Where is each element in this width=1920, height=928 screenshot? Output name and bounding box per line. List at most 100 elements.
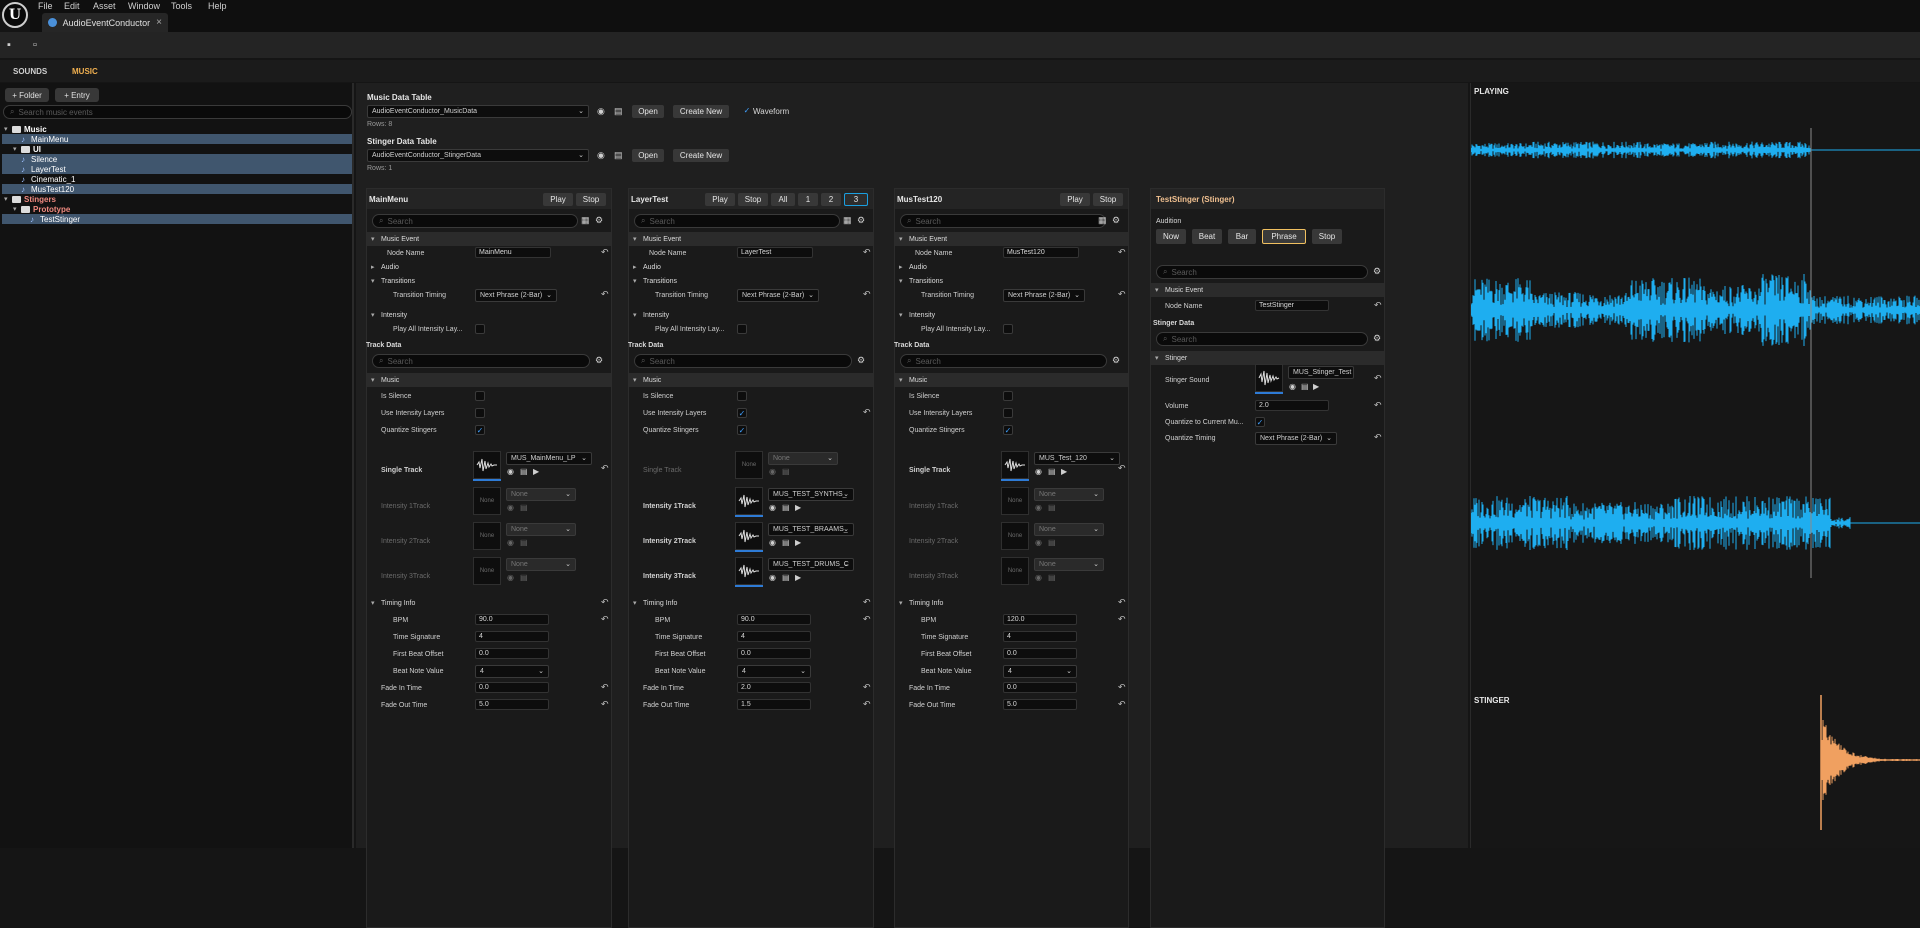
track-thumbnail[interactable] [735, 487, 763, 515]
settings-icon[interactable]: ⚙ [1373, 266, 1381, 276]
audio-section[interactable]: Audio [629, 260, 873, 274]
reset-icon[interactable]: ↶ [601, 682, 609, 693]
tree-item-layertest[interactable]: ♪ LayerTest [2, 164, 352, 174]
is-silence-checkbox[interactable] [1003, 391, 1013, 401]
quantize-timing-select[interactable]: Next Phrase (2-Bar) ⌄ [1255, 432, 1337, 445]
tree-item-mustest120[interactable]: ♪ MusTest120 [2, 184, 352, 194]
transition-timing-select[interactable]: Next Phrase (2-Bar) ⌄ [1003, 289, 1085, 302]
reset-icon[interactable]: ↶ [1118, 699, 1126, 710]
reset-icon[interactable]: ↶ [1374, 400, 1382, 411]
column-stop-button[interactable]: Stop [738, 193, 768, 206]
column-search-input[interactable]: ⌕ Search [900, 214, 1106, 228]
column-play-button[interactable]: Play [705, 193, 735, 206]
fade-out-field[interactable]: 5.0 [475, 699, 549, 710]
stinger-sound-select[interactable]: MUS_Stinger_Test [1288, 366, 1354, 379]
music-event-section[interactable]: Music Event [895, 232, 1128, 246]
play-all-checkbox[interactable] [737, 324, 747, 334]
browse-to-icon[interactable]: ◉ [1035, 538, 1042, 547]
settings-icon[interactable]: ⚙ [595, 355, 603, 365]
first-beat-field[interactable]: 0.0 [1003, 648, 1077, 659]
time-sig-field[interactable]: 4 [475, 631, 549, 642]
track-thumbnail[interactable] [735, 522, 763, 550]
grid-view-icon[interactable]: ▦ [1098, 215, 1107, 225]
node-name-field[interactable]: MusTest120 [1003, 247, 1079, 258]
first-beat-field[interactable]: 0.0 [737, 648, 811, 659]
save-icon[interactable]: ▪ [7, 39, 19, 51]
folder-icon[interactable]: ▤ [520, 538, 528, 547]
column-2-button[interactable]: 2 [821, 193, 841, 206]
expand-arrow-icon[interactable]: ▾ [13, 145, 21, 153]
tree-item-silence[interactable]: ♪ Silence [2, 154, 352, 164]
music-section[interactable]: Music [895, 373, 1128, 387]
is-silence-checkbox[interactable] [475, 391, 485, 401]
reset-icon[interactable]: ↶ [1118, 597, 1126, 608]
column-3-button[interactable]: 3 [844, 193, 868, 206]
play-icon[interactable]: ▶ [1313, 382, 1319, 391]
track-thumbnail[interactable]: None [735, 451, 763, 479]
reset-icon[interactable]: ↶ [601, 247, 609, 258]
audition-beat-button[interactable]: Beat [1192, 229, 1222, 244]
tree-item-teststinger[interactable]: ♪ TestStinger [2, 214, 352, 224]
reset-icon[interactable]: ↶ [863, 597, 871, 608]
folder-icon[interactable]: ▤ [614, 150, 623, 160]
track-select[interactable]: MUS_Test_120 ⌄ [1034, 452, 1120, 465]
column-search-input[interactable]: ⌕ Search [634, 214, 840, 228]
reset-icon[interactable]: ↶ [1118, 247, 1126, 258]
node-name-field[interactable]: MainMenu [475, 247, 551, 258]
audition-now-button[interactable]: Now [1156, 229, 1186, 244]
volume-field[interactable]: 2.0 [1255, 400, 1329, 411]
quantize-checkbox[interactable]: ✓ [1003, 425, 1013, 435]
column-play-button[interactable]: Play [543, 193, 573, 206]
music-event-section[interactable]: Music Event [629, 232, 873, 246]
browse-to-icon[interactable]: ◉ [1035, 573, 1042, 582]
reset-icon[interactable]: ↶ [863, 289, 871, 300]
settings-icon[interactable]: ⚙ [857, 355, 865, 365]
reset-icon[interactable]: ↶ [601, 463, 609, 474]
track-thumbnail[interactable] [473, 451, 501, 479]
track-select[interactable]: None ⌄ [1034, 488, 1104, 501]
transitions-section[interactable]: Transitions [629, 274, 873, 288]
folder-icon[interactable]: ▤ [1048, 573, 1056, 582]
is-silence-checkbox[interactable] [737, 391, 747, 401]
reset-icon[interactable]: ↶ [601, 614, 609, 625]
open-music-table-button[interactable]: Open [632, 105, 664, 118]
audition-bar-button[interactable]: Bar [1228, 229, 1256, 244]
column-play-button[interactable]: Play [1060, 193, 1090, 206]
reset-icon[interactable]: ↶ [863, 699, 871, 710]
folder-icon[interactable]: ▤ [520, 467, 528, 476]
create-stinger-table-button[interactable]: Create New [673, 149, 729, 162]
track-select[interactable]: None ⌄ [1034, 523, 1104, 536]
menu-window[interactable]: Window [128, 1, 160, 11]
reset-icon[interactable]: ↶ [863, 682, 871, 693]
beat-note-select[interactable]: 4 ⌄ [475, 665, 549, 678]
track-thumbnail[interactable] [1001, 451, 1029, 479]
track-search-input[interactable]: ⌕ Search [900, 354, 1107, 368]
play-all-checkbox[interactable] [475, 324, 485, 334]
browse-to-icon[interactable]: ◉ [597, 106, 605, 116]
track-select[interactable]: MUS_TEST_SYNTHS_ ⌄ [768, 488, 854, 501]
play-icon[interactable]: ▶ [795, 573, 801, 582]
transition-timing-select[interactable]: Next Phrase (2-Bar) ⌄ [475, 289, 557, 302]
tab-music[interactable]: MUSIC [72, 67, 98, 76]
track-thumbnail[interactable]: None [473, 522, 501, 550]
search-input[interactable]: ⌕ Search music events [3, 105, 352, 119]
track-select[interactable]: None ⌄ [768, 452, 838, 465]
play-icon[interactable]: ▶ [795, 503, 801, 512]
audition-phrase-button[interactable]: Phrase [1262, 229, 1306, 244]
fade-in-field[interactable]: 0.0 [1003, 682, 1077, 693]
stinger-table-select[interactable]: AudioEventConductor_StingerData ⌄ [367, 149, 589, 162]
reset-icon[interactable]: ↶ [863, 614, 871, 625]
tree-item-prototype[interactable]: ▾ Prototype [2, 204, 352, 214]
bpm-field[interactable]: 90.0 [737, 614, 811, 625]
track-thumbnail[interactable]: None [473, 487, 501, 515]
music-table-select[interactable]: AudioEventConductor_MusicData ⌄ [367, 105, 589, 118]
column-1-button[interactable]: 1 [798, 193, 818, 206]
tree-item-mainmenu[interactable]: ♪ MainMenu [2, 134, 352, 144]
menu-file[interactable]: File [38, 1, 53, 11]
track-thumbnail[interactable] [735, 557, 763, 585]
browse-to-icon[interactable]: ◉ [1035, 503, 1042, 512]
reset-icon[interactable]: ↶ [601, 699, 609, 710]
menu-asset[interactable]: Asset [93, 1, 116, 11]
column-all-button[interactable]: All [771, 193, 795, 206]
settings-icon[interactable]: ⚙ [1112, 355, 1120, 365]
